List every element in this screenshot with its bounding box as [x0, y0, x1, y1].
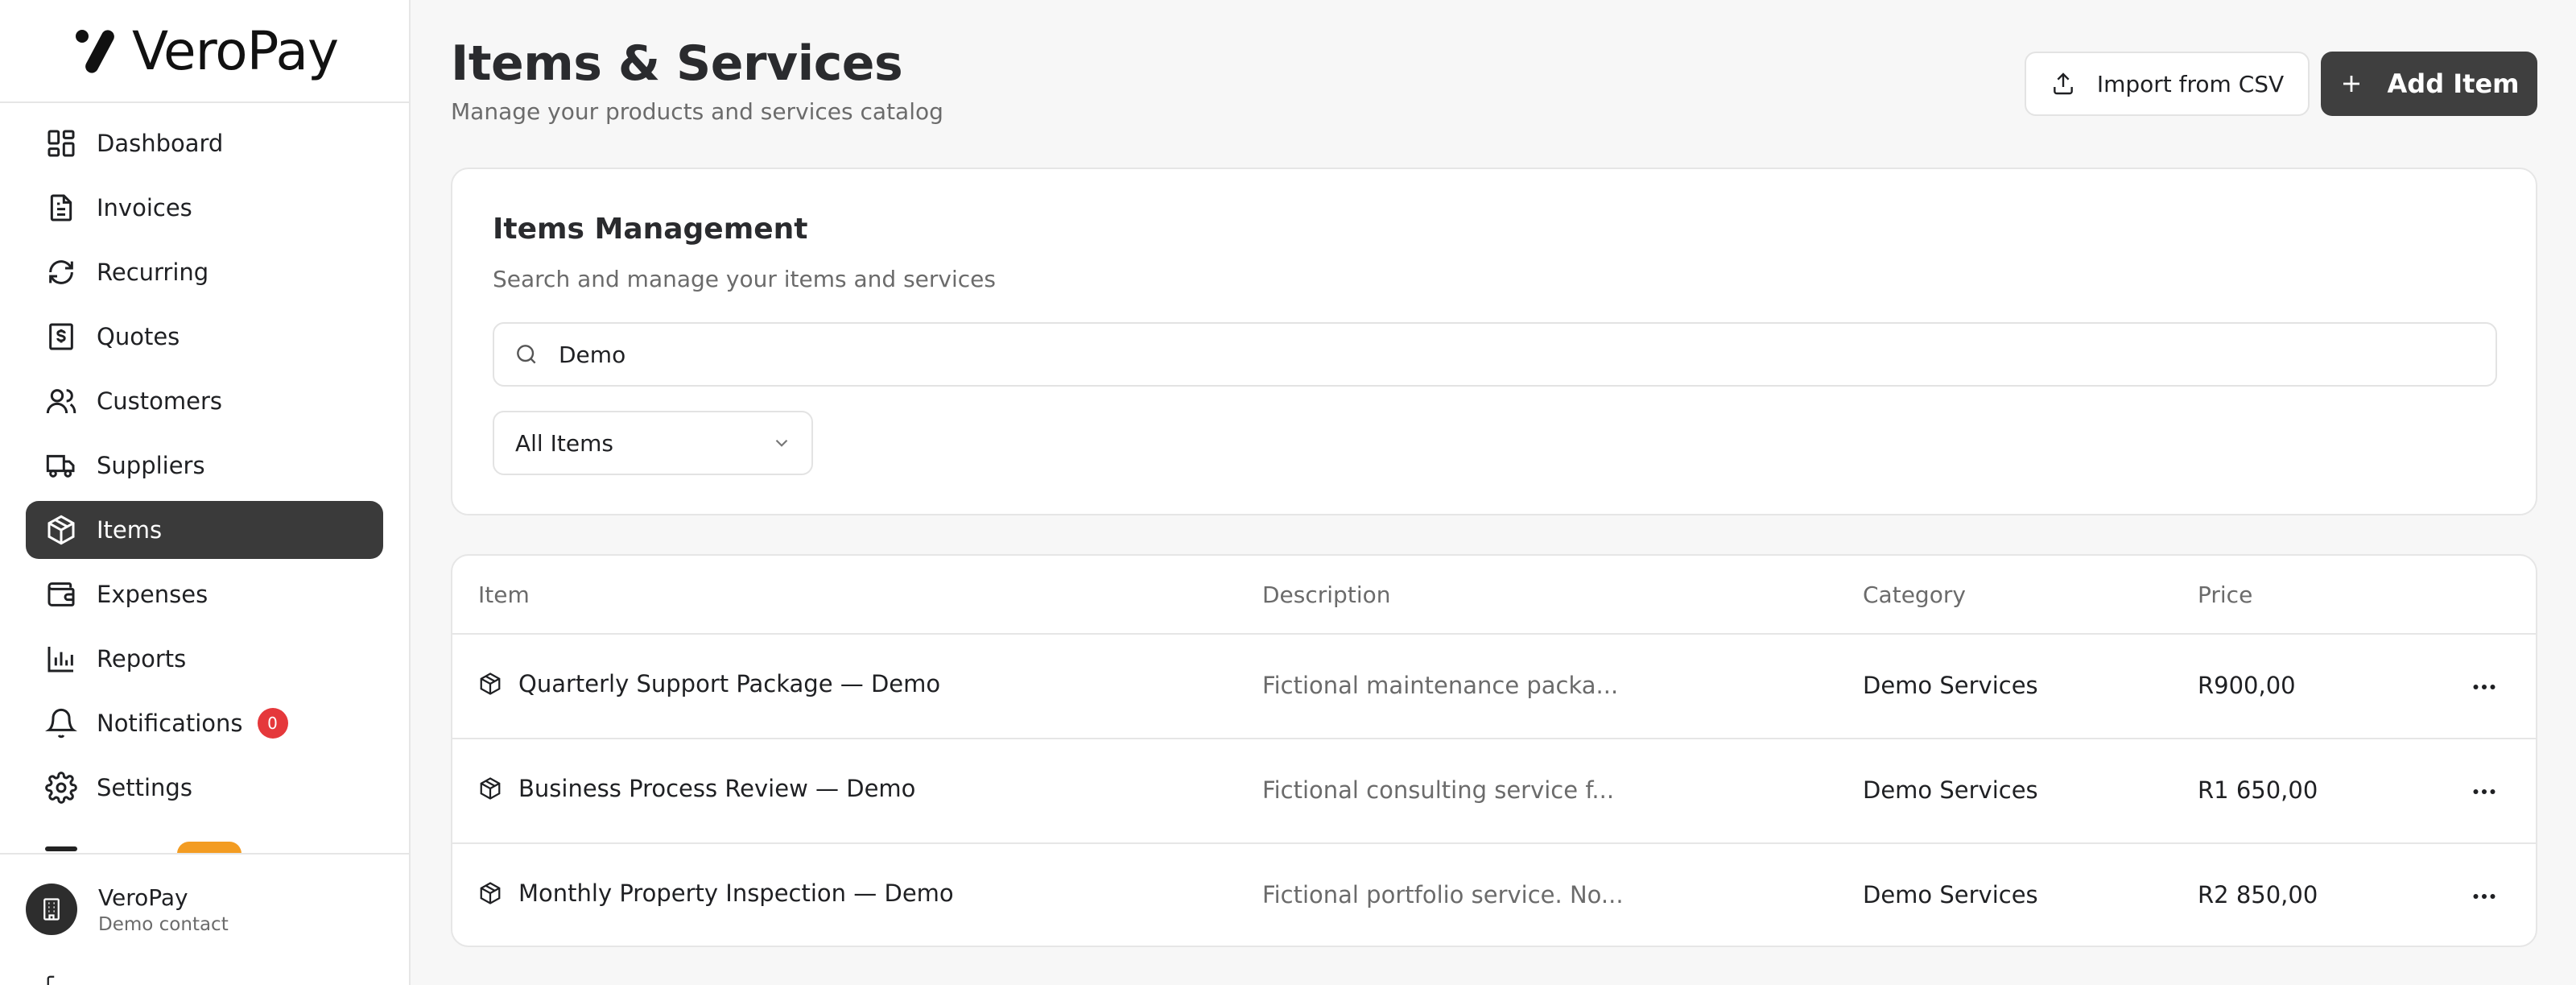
- sidebar-footer: VeroPay Demo contact: [0, 853, 409, 985]
- table-header: Item Description Category Price: [452, 556, 2536, 635]
- sidebar-item-suppliers[interactable]: Suppliers: [26, 437, 383, 495]
- card-title: Items Management: [493, 213, 808, 246]
- sidebar-item-label: Suppliers: [97, 452, 205, 479]
- users-icon: [46, 389, 76, 414]
- table-row[interactable]: Monthly Property Inspection — Demo Ficti…: [452, 844, 2536, 946]
- sidebar-nav: Dashboard Invoices Recurring Quotes Cust…: [0, 103, 409, 817]
- item-name: Business Process Review — Demo: [518, 775, 916, 802]
- page-title: Items & Services: [451, 35, 903, 92]
- sidebar-item-reports[interactable]: Reports: [26, 630, 383, 688]
- sidebar-item-label: Settings: [97, 774, 192, 801]
- sidebar-item-quotes[interactable]: Quotes: [26, 308, 383, 366]
- notification-count-badge: 0: [257, 708, 288, 739]
- sidebar-item-label: Items: [97, 516, 163, 544]
- item-cell: Business Process Review — Demo: [478, 775, 915, 802]
- items-table: Item Description Category Price Quarterl…: [451, 554, 2537, 947]
- more-options-icon[interactable]: [2470, 675, 2499, 699]
- item-description: Fictional maintenance packa...: [1262, 672, 1619, 699]
- bar-chart-icon: [47, 647, 73, 673]
- sidebar-item-items[interactable]: Items: [26, 501, 383, 559]
- sidebar-item-label: Expenses: [97, 581, 208, 608]
- sidebar-item-label: Customers: [97, 387, 222, 415]
- sidebar-item-label: Reports: [97, 645, 187, 673]
- sidebar-item-label: Notifications: [97, 710, 243, 737]
- item-price: R2 850,00: [2198, 881, 2318, 908]
- item-cell: Monthly Property Inspection — Demo: [478, 879, 954, 907]
- partial-item-badge: [177, 842, 242, 853]
- sidebar-item-label: Recurring: [97, 259, 209, 286]
- sidebar-item-notifications[interactable]: Notifications 0: [26, 694, 383, 752]
- search-value: Demo: [559, 341, 626, 368]
- brand-logo[interactable]: VeroPay: [0, 0, 409, 103]
- logout-icon: [47, 975, 55, 985]
- brand-name: VeroPay: [131, 19, 339, 82]
- column-header-price[interactable]: Price: [2198, 581, 2252, 608]
- plus-icon: [2343, 76, 2359, 92]
- item-name: Quarterly Support Package — Demo: [518, 670, 941, 697]
- sidebar-item-customers[interactable]: Customers: [26, 372, 383, 430]
- column-header-category[interactable]: Category: [1863, 581, 1966, 608]
- refresh-icon: [49, 260, 73, 284]
- partial-item-icon: [45, 846, 77, 851]
- search-icon: [517, 345, 536, 364]
- page-subtitle: Manage your products and services catalo…: [451, 98, 943, 125]
- import-csv-button[interactable]: Import from CSV: [2025, 52, 2310, 116]
- sidebar-item-dashboard[interactable]: Dashboard: [26, 114, 383, 172]
- column-header-description[interactable]: Description: [1262, 581, 1390, 608]
- package-icon: [47, 515, 75, 545]
- dashboard-icon: [47, 130, 75, 157]
- file-icon: [50, 194, 72, 221]
- column-header-item[interactable]: Item: [478, 581, 530, 608]
- package-icon: [480, 882, 501, 904]
- item-category: Demo Services: [1863, 672, 2038, 699]
- search-input[interactable]: Demo: [493, 322, 2497, 387]
- sidebar-item-label: Invoices: [97, 194, 192, 221]
- bell-icon: [45, 708, 77, 739]
- avatar: [26, 884, 77, 935]
- add-item-label: Add Item: [2387, 68, 2520, 99]
- add-item-button[interactable]: Add Item: [2321, 52, 2537, 116]
- package-icon: [480, 777, 501, 800]
- profile-subtitle: Demo contact: [98, 913, 229, 935]
- more-options-icon[interactable]: [2470, 884, 2499, 908]
- filter-value: All Items: [515, 429, 613, 457]
- item-description: Fictional consulting service f...: [1262, 776, 1615, 804]
- profile-card[interactable]: VeroPay Demo contact: [26, 884, 229, 935]
- sidebar-item-expenses[interactable]: Expenses: [26, 565, 383, 623]
- sidebar-item-label: Quotes: [97, 323, 180, 350]
- truck-icon: [46, 454, 75, 478]
- table-row[interactable]: Business Process Review — Demo Fictional…: [452, 739, 2536, 844]
- sidebar-item-invoices[interactable]: Invoices: [26, 179, 383, 237]
- chevron-down-icon: [775, 439, 788, 447]
- item-price: R900,00: [2198, 672, 2296, 699]
- dollar-document-icon: [49, 323, 73, 350]
- item-cell: Quarterly Support Package — Demo: [478, 670, 940, 697]
- logo-mark-icon: [75, 30, 114, 73]
- item-price: R1 650,00: [2198, 776, 2318, 804]
- sidebar-item-recurring[interactable]: Recurring: [26, 243, 383, 301]
- item-category: Demo Services: [1863, 881, 2038, 908]
- item-category: Demo Services: [1863, 776, 2038, 804]
- item-description: Fictional portfolio service. No...: [1262, 881, 1624, 908]
- wallet-icon: [47, 582, 75, 606]
- item-name: Monthly Property Inspection — Demo: [518, 879, 954, 907]
- upload-icon: [2053, 72, 2073, 95]
- sidebar-item-partial[interactable]: [45, 842, 254, 853]
- gear-icon: [45, 772, 77, 804]
- import-csv-label: Import from CSV: [2096, 70, 2285, 97]
- more-options-icon[interactable]: [2470, 780, 2499, 804]
- sidebar-item-settings[interactable]: Settings: [26, 759, 383, 817]
- package-icon: [480, 673, 501, 695]
- building-icon: [43, 898, 60, 921]
- sidebar: VeroPay Dashboard Invoices Recurring Quo…: [0, 0, 411, 985]
- item-filter-select[interactable]: All Items: [493, 411, 813, 475]
- sign-out-partial[interactable]: [45, 974, 206, 985]
- items-management-card: Items Management Search and manage your …: [451, 168, 2537, 515]
- sidebar-item-label: Dashboard: [97, 130, 224, 157]
- table-row[interactable]: Quarterly Support Package — Demo Fiction…: [452, 635, 2536, 739]
- profile-name: VeroPay: [98, 884, 188, 911]
- card-subtitle: Search and manage your items and service…: [493, 266, 996, 292]
